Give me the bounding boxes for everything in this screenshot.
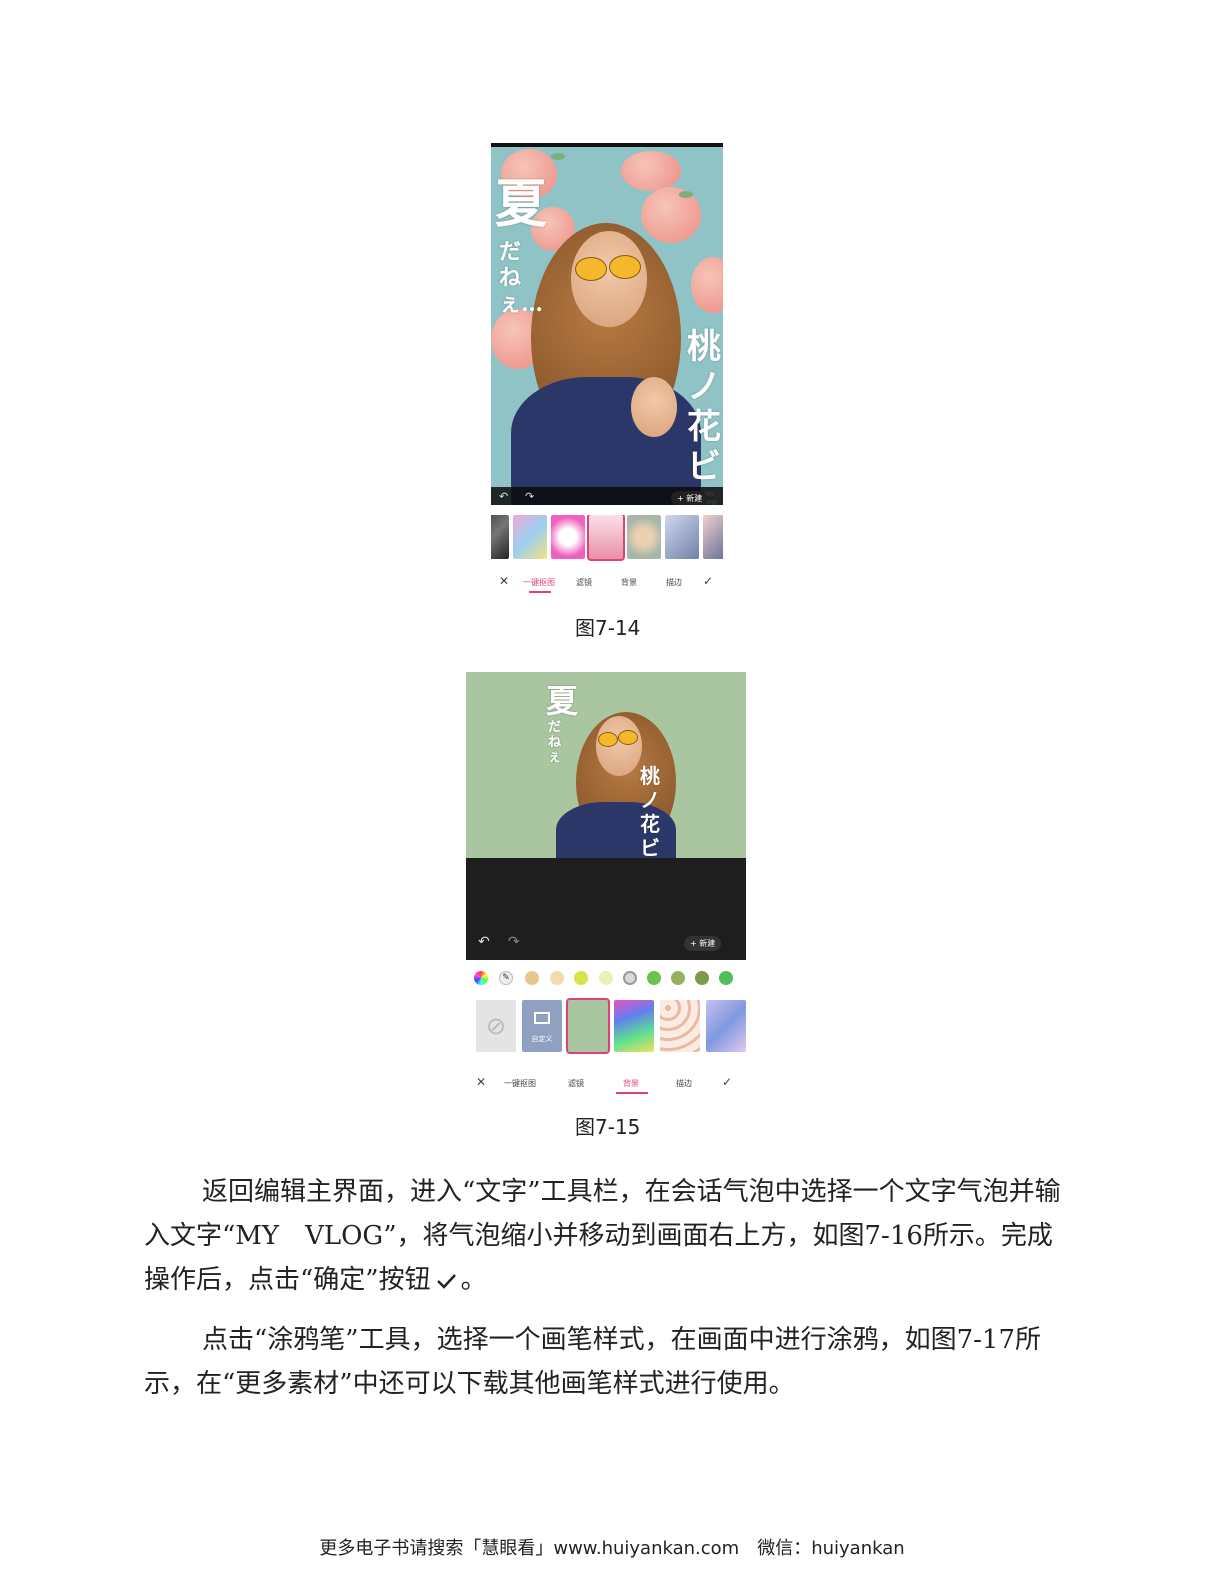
custom-background-button[interactable]: 自定义 <box>522 1000 562 1052</box>
undo-icon[interactable]: ↶ <box>478 934 490 950</box>
template-thumb[interactable] <box>627 515 661 559</box>
color-swatch[interactable] <box>550 971 564 985</box>
tab-stroke[interactable]: 描边 <box>676 1078 692 1089</box>
color-swatch[interactable] <box>599 971 613 985</box>
subtitle-summer: だねぇ <box>548 720 562 765</box>
title-summer: 夏 <box>495 174 548 235</box>
color-swatch[interactable] <box>695 971 709 985</box>
photo-canvas: 夏 だねぇ… 桃ノ花ビラ ↶ ↷ + 新建 <box>491 143 723 505</box>
close-icon[interactable]: ✕ <box>499 574 509 588</box>
sunglasses-right <box>609 255 641 279</box>
peach-decoration <box>691 257 723 313</box>
color-picker-icon[interactable] <box>474 971 488 985</box>
title-peach-blossom: 桃ノ花ビラ <box>687 327 721 505</box>
tab-one-click-cutout[interactable]: 一键抠图 <box>504 1078 536 1089</box>
tab-one-click-cutout[interactable]: 一键抠图 <box>523 577 555 588</box>
background-thumb[interactable] <box>706 1000 746 1052</box>
check-icon[interactable]: ✓ <box>703 574 713 588</box>
paragraph-text: 返回编辑主界面，进入“文字”工具栏，在会话气泡中选择一个文字气泡并输入文字“MY… <box>144 1177 1061 1295</box>
active-tab-indicator <box>616 1092 648 1094</box>
undo-icon[interactable]: ↶ <box>499 490 508 503</box>
active-tab-indicator <box>529 591 551 593</box>
color-swatch[interactable] <box>671 971 685 985</box>
footer-promo: 更多电子书请搜索「慧眼看」www.huiyankan.com 微信：huiyan… <box>319 1538 905 1559</box>
title-summer: 夏 <box>546 682 579 720</box>
leaf-decoration <box>679 191 693 198</box>
no-background-icon[interactable]: ⊘ <box>476 1000 516 1052</box>
check-icon[interactable]: ✓ <box>722 1075 732 1089</box>
background-thumb-selected[interactable] <box>566 998 610 1054</box>
tab-background[interactable]: 背景 <box>621 577 637 588</box>
sunglasses-right <box>618 730 638 745</box>
new-button[interactable]: + 新建 <box>684 936 722 951</box>
sunglasses-left <box>598 732 618 747</box>
background-thumb[interactable] <box>660 1000 700 1052</box>
new-button[interactable]: + 新建 <box>671 491 709 505</box>
paragraph-end: 。 <box>460 1265 487 1295</box>
close-icon[interactable]: ✕ <box>476 1075 486 1089</box>
paragraph-doodle-tool: 点击“涂鸦笔”工具，选择一个画笔样式，在画面中进行涂鸦，如图7-17所示，在“更… <box>144 1325 1041 1399</box>
photo-canvas: 夏 だねぇ 桃ノ花ビラ <box>466 672 746 858</box>
template-thumb[interactable] <box>491 515 509 559</box>
background-thumb[interactable] <box>614 1000 654 1052</box>
leaf-decoration <box>551 153 565 160</box>
image-icon <box>534 1012 550 1024</box>
figure-7-14-caption: 图7-14 <box>575 616 641 640</box>
confirm-check-icon <box>436 1274 456 1289</box>
figure-7-15-caption: 图7-15 <box>575 1115 641 1139</box>
peach-decoration <box>621 151 681 191</box>
figure-7-15: 夏 だねぇ 桃ノ花ビラ ↶ ↷ + 新建 ✎ ⊘ 自定义 ✕ 一键抠图 滤镜 背… <box>466 672 746 1102</box>
tab-background[interactable]: 背景 <box>623 1078 639 1089</box>
color-swatch-selected[interactable] <box>623 971 637 985</box>
template-thumb[interactable] <box>551 515 585 559</box>
figure-7-14: 夏 だねぇ… 桃ノ花ビラ ↶ ↷ + 新建 ✕ 一键抠图 滤镜 背景 描边 ✓ <box>491 143 723 603</box>
hand <box>631 377 677 437</box>
tab-filter[interactable]: 滤镜 <box>576 577 592 588</box>
subtitle-summer: だねぇ… <box>499 239 544 317</box>
template-strip <box>491 515 723 561</box>
color-swatch[interactable] <box>647 971 661 985</box>
redo-icon[interactable]: ↷ <box>508 934 520 950</box>
canvas-dark-area: ↶ ↷ + 新建 <box>466 858 746 960</box>
title-peach-blossom: 桃ノ花ビラ <box>640 764 660 858</box>
bottom-tab-bar: ✕ 一键抠图 滤镜 背景 描边 ✓ <box>491 573 723 595</box>
tab-filter[interactable]: 滤镜 <box>568 1078 584 1089</box>
paragraph-text-tool: 返回编辑主界面，进入“文字”工具栏，在会话气泡中选择一个文字气泡并输入文字“MY… <box>144 1170 1074 1302</box>
color-swatch[interactable] <box>719 971 733 985</box>
template-thumb[interactable] <box>665 515 699 559</box>
redo-icon[interactable]: ↷ <box>525 490 534 503</box>
tab-stroke[interactable]: 描边 <box>666 577 682 588</box>
bottom-tab-bar: ✕ 一键抠图 滤镜 背景 描边 ✓ <box>466 1074 746 1096</box>
template-thumb[interactable] <box>703 515 723 559</box>
canvas-toolbar: ↶ ↷ + 新建 <box>491 487 723 505</box>
custom-label: 自定义 <box>531 1035 553 1043</box>
template-thumb[interactable] <box>513 515 547 559</box>
eyedropper-icon[interactable]: ✎ <box>499 971 513 985</box>
sunglasses-left <box>575 257 607 281</box>
color-swatch[interactable] <box>525 971 539 985</box>
color-swatch[interactable] <box>574 971 588 985</box>
template-thumb-selected[interactable] <box>587 515 625 561</box>
